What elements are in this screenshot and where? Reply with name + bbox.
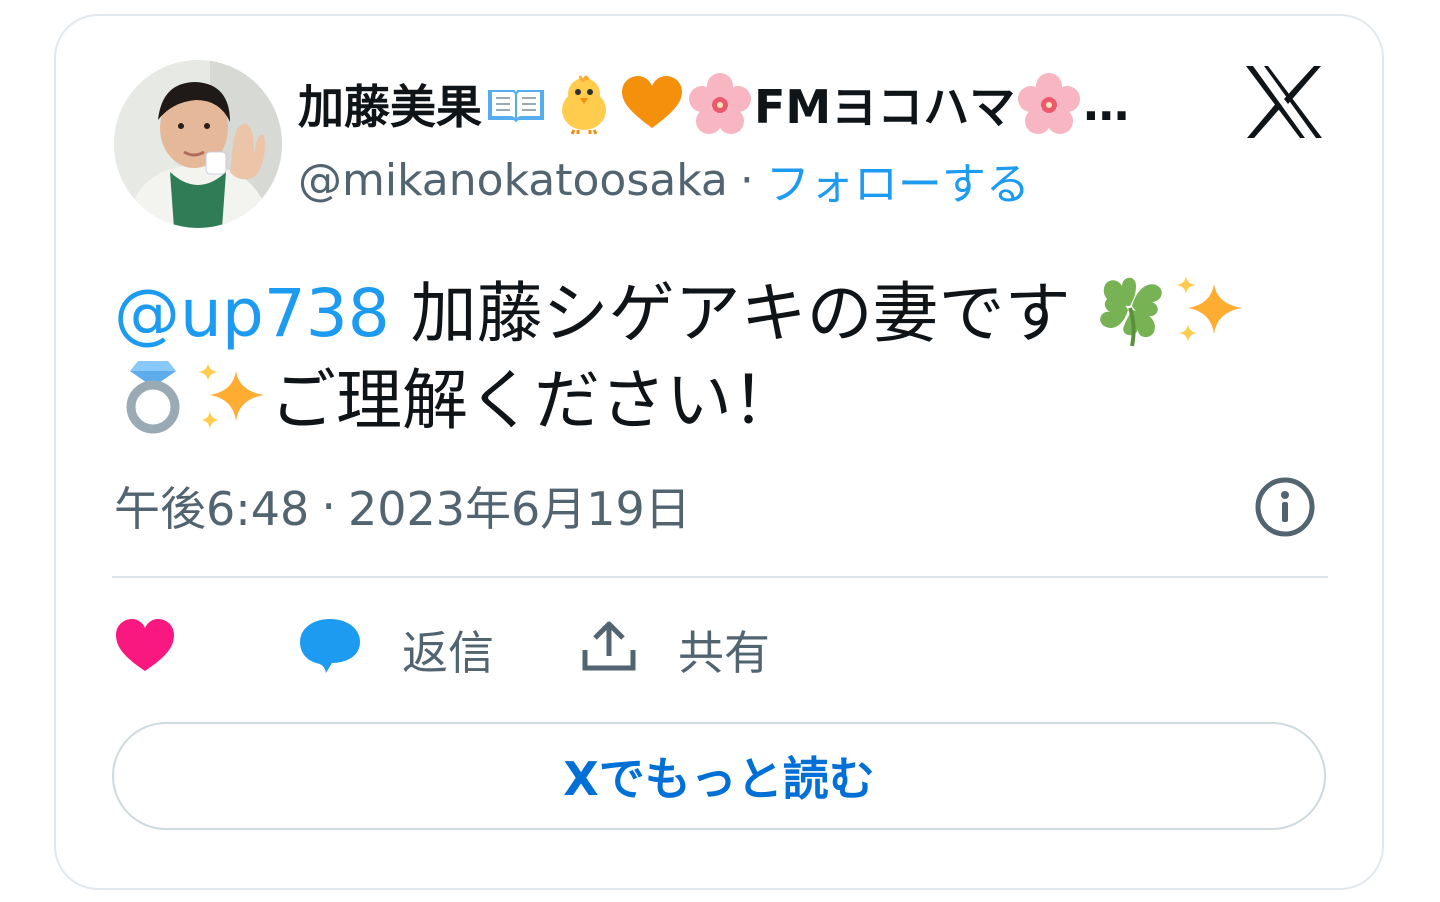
read-more-on-x-button[interactable]: Xでもっと読む (112, 722, 1326, 830)
follow-button[interactable]: フォローする (766, 148, 1030, 212)
reply-label: 返信 (402, 626, 494, 680)
action-bar: 返信 共有 (114, 612, 770, 688)
cherry-blossom-icon (1017, 72, 1081, 136)
orange-heart-icon (620, 72, 684, 136)
divider (112, 576, 1328, 578)
cherry-blossom-icon (688, 72, 752, 136)
open-book-icon (484, 72, 548, 136)
reply-button[interactable]: 返信 (298, 615, 494, 686)
heart-icon (114, 617, 176, 684)
display-name[interactable]: 加藤美果 FMヨコハマ … (298, 72, 1129, 136)
display-name-ellipsis: … (1083, 77, 1130, 131)
share-button[interactable]: 共有 (580, 616, 770, 685)
separator-dot: · (739, 154, 754, 206)
handle-row: @mikanokatoosaka · フォローする (298, 148, 1030, 212)
tweet-text-line1: 加藤シゲアキの妻です (389, 275, 1071, 352)
read-more-label: Xでもっと読む (563, 752, 875, 806)
sparkles-icon (192, 357, 270, 435)
tweet-time: 午後6:48 (114, 482, 310, 536)
share-label: 共有 (678, 626, 770, 680)
display-name-text: 加藤美果 (298, 80, 482, 134)
info-icon[interactable] (1254, 476, 1316, 538)
avatar[interactable] (114, 60, 282, 228)
x-logo-icon[interactable] (1244, 64, 1324, 140)
tweet-text: @up738 加藤シゲアキの妻です ご理解ください！ (114, 270, 1334, 444)
baby-chick-icon (552, 72, 616, 136)
mention-link[interactable]: @up738 (114, 275, 390, 352)
tweet-text-line2: ご理解ください！ (270, 362, 798, 439)
share-upload-icon (580, 616, 638, 685)
tweet-timestamp[interactable]: 午後6:48 · 2023年6月19日 (114, 476, 691, 536)
sparkles-icon (1170, 270, 1248, 348)
ring-icon (114, 357, 192, 435)
reply-bubble-icon (298, 615, 362, 686)
user-handle[interactable]: @mikanokatoosaka (298, 155, 728, 206)
like-button[interactable] (114, 617, 176, 684)
display-name-station: FMヨコハマ (754, 80, 1016, 134)
separator-dot: · (321, 479, 336, 533)
four-leaf-clover-icon (1092, 270, 1170, 348)
tweet-date: 2023年6月19日 (347, 482, 691, 536)
